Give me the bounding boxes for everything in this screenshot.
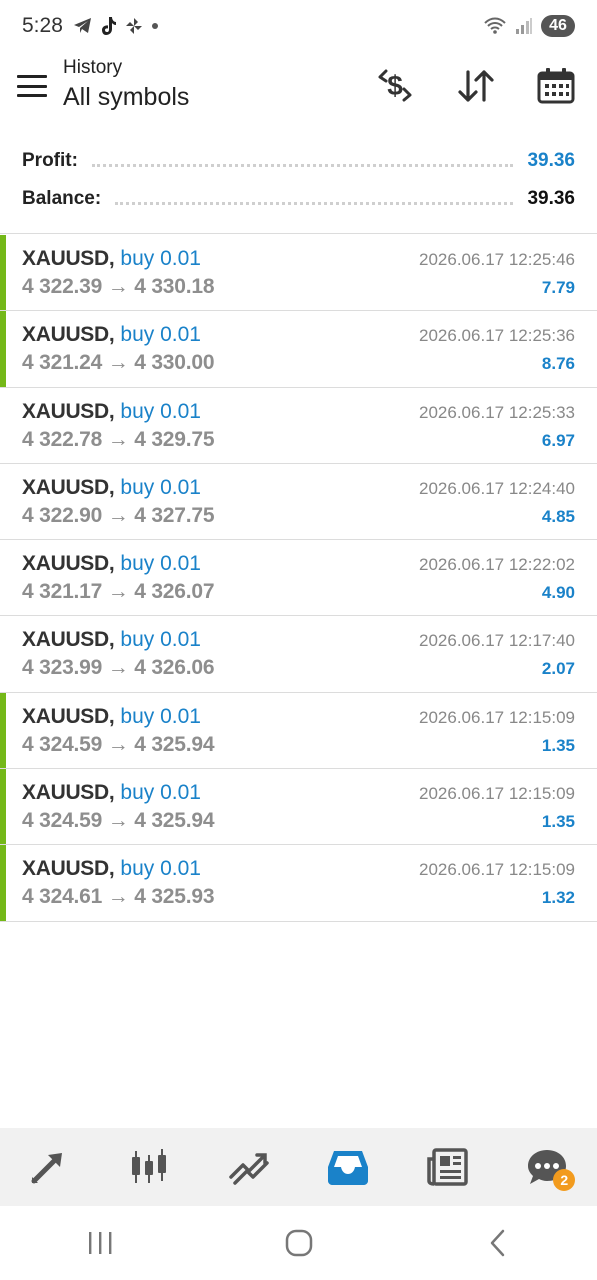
chat-badge: 2 [553,1169,576,1191]
deal-time: 2026.06.17 12:15:09 [419,860,575,880]
deal-time: 2026.06.17 12:17:40 [419,631,575,651]
bottom-navigation: 2 [0,1128,597,1206]
history-tab[interactable] [318,1137,378,1197]
deal-time: 2026.06.17 12:15:09 [419,707,575,727]
home-icon [285,1229,312,1257]
deal-time: 2026.06.17 12:22:02 [419,555,575,575]
deal-symbol: XAUUSD, [22,399,115,423]
deal-prices: 4 322.90 → 4 327.75 [22,503,215,527]
status-bar: 5:28 46 [0,0,597,52]
trade-arrows-icon [31,1153,62,1184]
deal-prices: 4 322.39 → 4 330.18 [22,275,215,298]
deal-profit: 7.79 [541,278,575,297]
deal-row[interactable]: XAUUSD, buy 0.01 2026.06.17 12:15:09 4 324… [0,845,597,922]
deal-prices: 4 321.17 → 4 326.07 [22,580,215,604]
deal-side: buy 0.01 [120,628,201,652]
balance-value: 39.36 [527,188,575,209]
status-time: 5:28 [22,14,63,37]
deal-profit: 6.97 [541,430,575,450]
deal-prices: 4 323.99 → 4 326.06 [22,656,215,680]
deal-prices: 4 324.59 → 4 325.94 [22,732,215,756]
deal-symbol: XAUUSD, [22,475,115,499]
calendar-icon[interactable] [534,66,578,106]
deal-row[interactable]: XAUUSD, buy 0.01 2026.06.17 12:15:09 4 324… [0,769,597,846]
signal-icon [516,18,532,34]
profit-value: 39.36 [527,150,575,171]
deal-symbol: XAUUSD, [22,247,115,270]
account-summary: Profit: 39.36 Balance: 39.36 [0,138,597,234]
deal-time: 2026.06.17 12:25:33 [419,402,575,422]
deal-symbol: XAUUSD, [22,704,115,728]
deal-symbol: XAUUSD, [22,552,115,576]
deal-prices: 4 324.59 → 4 325.94 [22,809,215,833]
back-icon [490,1229,504,1257]
telegram-icon [73,18,91,33]
wifi-icon [484,17,506,34]
balance-label: Balance: [22,188,102,209]
back-button[interactable] [468,1218,528,1268]
chart-tab[interactable] [119,1137,179,1197]
deal-time: 2026.06.17 12:25:46 [419,250,575,269]
deal-side: buy 0.01 [120,399,201,423]
deal-profit: 4.85 [541,506,575,526]
deal-symbol: XAUUSD, [22,781,115,805]
pinwheel-icon [125,18,142,34]
deal-symbol: XAUUSD, [22,628,115,652]
candlestick-icon [132,1149,167,1183]
deal-prices: 4 321.24 → 4 330.00 [22,351,215,375]
deal-side: buy 0.01 [120,323,201,347]
deal-side: buy 0.01 [120,704,201,728]
home-button[interactable] [269,1218,329,1268]
deal-time: 2026.06.17 12:25:36 [419,326,575,346]
deal-side: buy 0.01 [120,781,201,805]
deal-row[interactable]: XAUUSD, buy 0.01 2026.06.17 12:22:02 4 321… [0,540,597,617]
deal-profit: 8.76 [541,354,575,374]
deal-side: buy 0.01 [120,475,201,499]
deal-profit: 4.90 [541,583,575,603]
deal-list: XAUUSD, buy 0.01 2026.06.17 12:25:46 4 322… [0,235,597,922]
header-title[interactable]: All symbols [63,83,189,112]
inbox-tray-icon [328,1151,369,1185]
battery-indicator: 46 [541,15,575,37]
system-navigation-bar [0,1206,597,1280]
trend-lines-icon [229,1153,269,1185]
deal-row[interactable]: XAUUSD, buy 0.01 2026.06.17 12:25:33 4 322… [0,388,597,464]
deal-profit: 1.32 [541,888,575,908]
deal-row[interactable]: XAUUSD, buy 0.01 2026.06.17 12:17:40 4 323… [0,616,597,693]
svg-text:$: $ [387,70,403,101]
news-tab[interactable] [418,1137,478,1197]
profit-label: Profit: [22,150,78,171]
deal-row[interactable]: XAUUSD, buy 0.01 2026.06.17 12:25:46 4 322… [0,235,597,312]
deal-prices: 4 324.61 → 4 325.93 [22,885,215,909]
quotes-tab[interactable] [20,1137,80,1197]
deal-side: buy 0.01 [120,857,201,881]
deal-row[interactable]: XAUUSD, buy 0.01 2026.06.17 12:24:40 4 322… [0,464,597,541]
deal-symbol: XAUUSD, [22,857,115,881]
app-header: History All symbols $ [0,52,597,134]
recent-apps-icon [88,1232,111,1254]
recent-apps-button[interactable] [70,1218,130,1268]
dot-icon [151,23,158,29]
deal-time: 2026.06.17 12:15:09 [419,784,575,804]
deal-profit: 2.07 [541,659,575,679]
newspaper-icon [427,1148,468,1186]
deal-symbol: XAUUSD, [22,323,115,347]
hamburger-menu-icon[interactable] [17,75,47,97]
deal-row[interactable]: XAUUSD, buy 0.01 2026.06.17 12:15:09 4 324… [0,692,597,770]
chat-tab[interactable]: 2 [517,1137,577,1197]
deal-prices: 4 322.78 → 4 329.75 [22,427,215,451]
header-subtitle: History [63,57,123,78]
deal-side: buy 0.01 [120,552,201,576]
currency-exchange-icon[interactable]: $ [373,66,417,106]
deal-profit: 1.35 [541,735,575,755]
trade-tab[interactable] [219,1137,279,1197]
sort-arrows-icon[interactable] [454,66,498,106]
deal-side: buy 0.01 [120,247,201,270]
deal-time: 2026.06.17 12:24:40 [419,478,575,498]
deal-row[interactable]: XAUUSD, buy 0.01 2026.06.17 12:25:36 4 321… [0,311,597,388]
tiktok-icon [101,17,116,35]
deal-profit: 1.35 [541,812,575,832]
